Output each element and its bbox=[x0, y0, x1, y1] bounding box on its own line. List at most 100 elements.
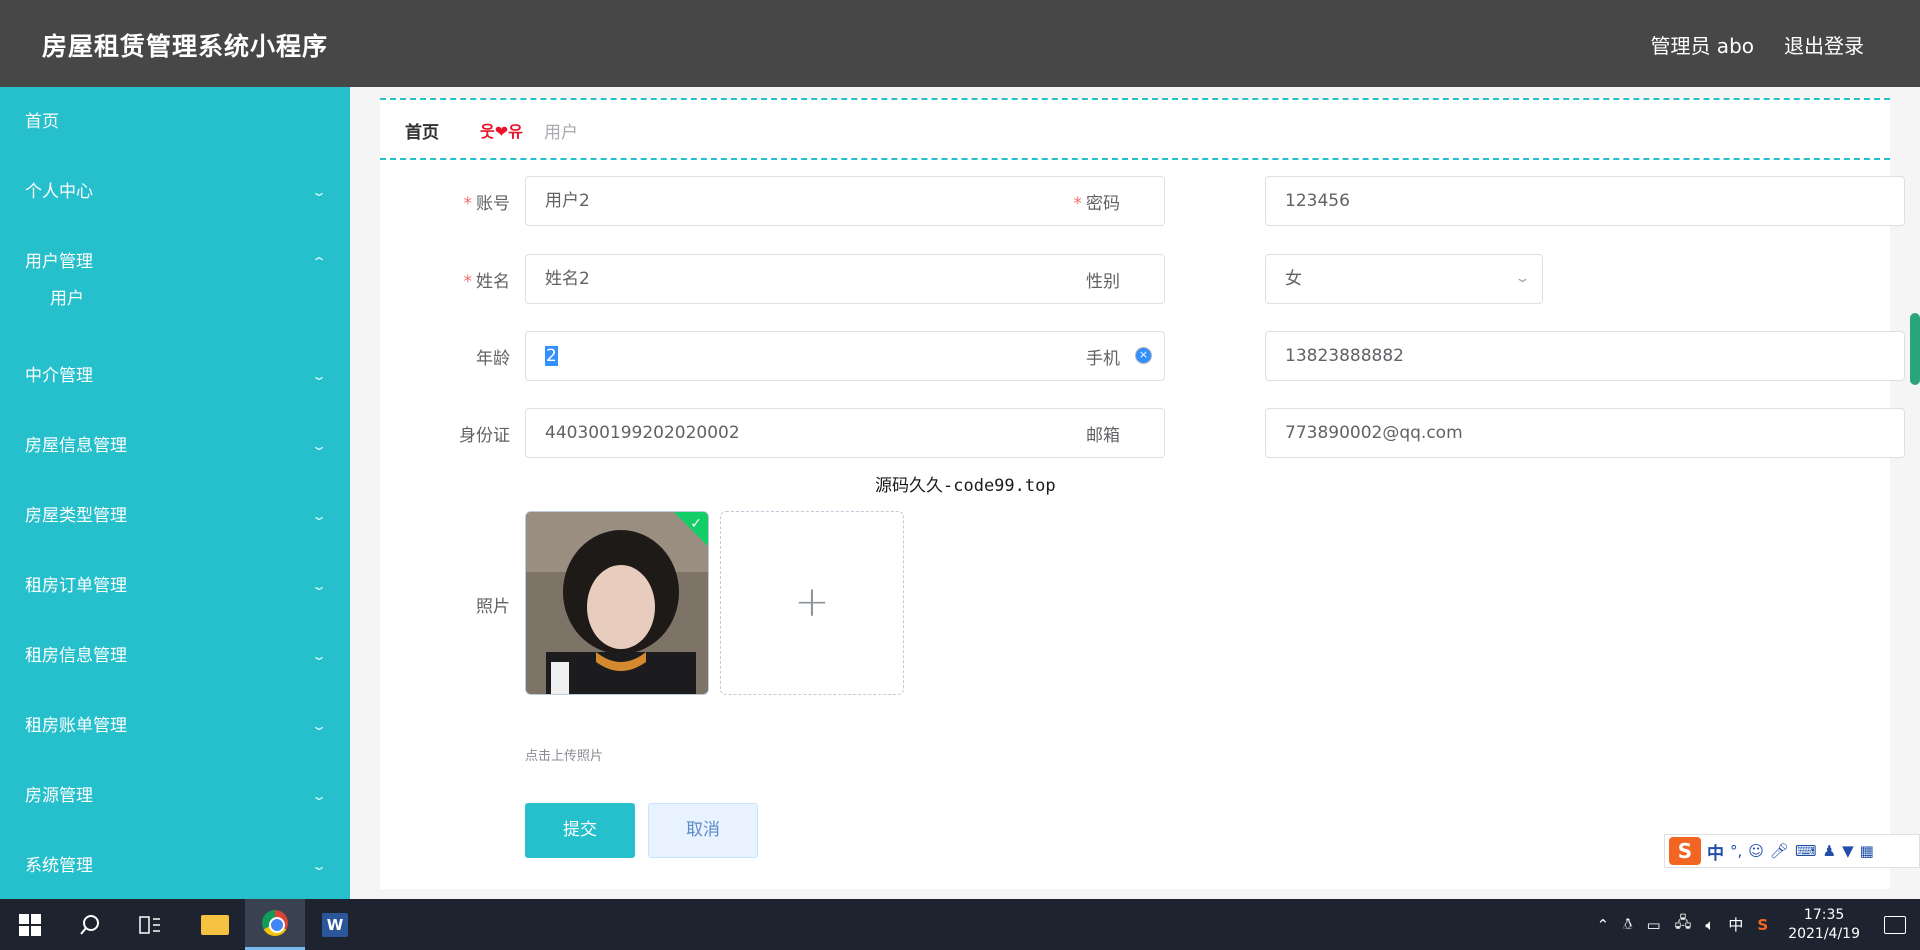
grid-icon[interactable]: ▦ bbox=[1860, 842, 1874, 860]
keyboard-icon[interactable]: ⌨ bbox=[1795, 842, 1817, 860]
sidebar-item-label: 房屋类型管理 bbox=[25, 506, 127, 526]
breadcrumb-separator: 웃❤유 bbox=[480, 122, 523, 141]
breadcrumb-current: 用户 bbox=[544, 123, 578, 143]
uploaded-photo[interactable]: ✓ bbox=[525, 511, 709, 695]
sidebar-item-rental-order-management[interactable]: 租房订单管理 ⌄ bbox=[0, 551, 350, 621]
gender-select-value: 女 bbox=[1285, 269, 1302, 289]
clock-date: 2021/4/19 bbox=[1788, 925, 1860, 942]
file-explorer-icon[interactable] bbox=[185, 899, 245, 950]
emoji-icon[interactable]: ☺ bbox=[1748, 842, 1764, 860]
sidebar-item-agent-management[interactable]: 中介管理 ⌄ bbox=[0, 341, 350, 411]
punctuation-icon[interactable]: °, bbox=[1730, 842, 1742, 860]
chevron-down-icon: ⌄ bbox=[310, 439, 328, 453]
sidebar-item-listing-management[interactable]: 房源管理 ⌄ bbox=[0, 761, 350, 831]
windows-taskbar: W ⌃ 🐧︎ ▭ 🖧︎ 🔈︎ 中 S 17:35 2021/4/19 bbox=[0, 899, 1920, 950]
notification-icon[interactable] bbox=[1884, 915, 1906, 934]
logout-button[interactable]: 退出登录 bbox=[1784, 30, 1864, 59]
sidebar-item-label: 租房信息管理 bbox=[25, 646, 127, 666]
sidebar-item-label: 房源管理 bbox=[25, 786, 93, 806]
age-input-value: 2 bbox=[545, 346, 558, 366]
idcard-label: 身份证 bbox=[459, 426, 510, 446]
chevron-down-icon: ⌄ bbox=[310, 579, 328, 593]
microphone-icon[interactable]: 🎤︎ bbox=[1770, 842, 1789, 860]
main-content: * 账号 用户2 * 密码 123456 * 姓名 姓名2 性别 女 ⌄ 年龄 2 ×… bbox=[350, 87, 1920, 899]
clock[interactable]: 17:35 2021/4/19 bbox=[1788, 906, 1860, 944]
chevron-down-icon: ⌄ bbox=[310, 859, 328, 873]
sidebar-item-home[interactable]: 首页 bbox=[0, 87, 350, 157]
skin-icon[interactable]: ▼ bbox=[1842, 842, 1854, 860]
chevron-down-icon: ⌄ bbox=[310, 649, 328, 663]
cancel-button[interactable]: 取消 bbox=[648, 803, 758, 858]
form-card: * 账号 用户2 * 密码 123456 * 姓名 姓名2 性别 女 ⌄ 年龄 2 ×… bbox=[380, 99, 1905, 889]
sidebar-item-system-management[interactable]: 系统管理 ⌄ bbox=[0, 831, 350, 899]
ime-indicator[interactable]: 中 bbox=[1728, 914, 1743, 935]
sidebar-item-label: 个人中心 bbox=[25, 182, 93, 202]
account-label: * 账号 bbox=[463, 194, 511, 214]
top-header: 房屋租赁管理系统小程序 管理员 abo 退出登录 bbox=[0, 0, 1920, 87]
submit-button[interactable]: 提交 bbox=[525, 803, 635, 858]
chevron-down-icon: ⌄ bbox=[310, 789, 328, 803]
sidebar-item-label: 用户管理 bbox=[25, 252, 93, 272]
photo-label: 照片 bbox=[476, 597, 510, 617]
ime-toolbar: S 中 °, ☺ 🎤︎ ⌨ ♟ ▼ ▦ bbox=[1664, 834, 1920, 868]
sidebar-item-label: 首页 bbox=[25, 112, 59, 132]
admin-user-label[interactable]: 管理员 abo bbox=[1650, 30, 1754, 59]
sidebar-item-house-info-management[interactable]: 房屋信息管理 ⌄ bbox=[0, 411, 350, 481]
sidebar-item-label: 租房账单管理 bbox=[25, 716, 127, 736]
scrollbar[interactable] bbox=[1910, 313, 1920, 385]
ime-mode-indicator[interactable]: 中 bbox=[1707, 839, 1724, 864]
word-icon[interactable]: W bbox=[305, 899, 365, 950]
sidebar-item-personal-center[interactable]: 个人中心 ⌄ bbox=[0, 157, 350, 227]
app-title: 房屋租赁管理系统小程序 bbox=[42, 32, 329, 61]
sidebar-item-house-type-management[interactable]: 房屋类型管理 ⌄ bbox=[0, 481, 350, 551]
qq-icon[interactable]: 🐧︎ bbox=[1623, 915, 1632, 935]
task-view-icon[interactable] bbox=[120, 899, 180, 950]
portrait-image bbox=[526, 512, 708, 694]
clear-icon[interactable]: × bbox=[1135, 347, 1152, 364]
breadcrumb-home[interactable]: 首页 bbox=[405, 118, 439, 143]
email-label: 邮箱 bbox=[1086, 426, 1120, 446]
sidebar-item-label: 系统管理 bbox=[25, 856, 93, 876]
sogou-tray-icon[interactable]: S bbox=[1757, 916, 1768, 934]
upload-tip: 点击上传照片 bbox=[525, 749, 604, 764]
chevron-down-icon: ⌄ bbox=[310, 719, 328, 733]
clock-time: 17:35 bbox=[1803, 906, 1845, 923]
chrome-icon[interactable] bbox=[245, 899, 305, 950]
sidebar-item-label: 中介管理 bbox=[25, 366, 93, 386]
header-user-area: 管理员 abo 退出登录 bbox=[1650, 30, 1864, 59]
plus-icon: + bbox=[794, 577, 830, 626]
breadcrumb: 首页 웃❤유 用户 bbox=[380, 98, 1890, 160]
phone-input[interactable]: 13823888882 bbox=[1265, 331, 1905, 381]
volume-icon[interactable]: 🔈︎ bbox=[1705, 916, 1714, 934]
search-icon[interactable] bbox=[60, 899, 120, 950]
age-label: 年龄 bbox=[476, 349, 510, 369]
name-label: * 姓名 bbox=[463, 272, 511, 292]
chevron-up-icon[interactable]: ⌃ bbox=[1597, 916, 1610, 934]
overlay-watermark-text: 源码久久-code99.top bbox=[875, 476, 1056, 496]
phone-label: 手机 bbox=[1086, 349, 1120, 369]
chevron-down-icon: ⌄ bbox=[310, 509, 328, 523]
check-icon: ✓ bbox=[690, 516, 702, 532]
sidebar-item-rental-info-management[interactable]: 租房信息管理 ⌄ bbox=[0, 621, 350, 691]
windows-start-icon[interactable] bbox=[0, 899, 60, 950]
photo-uploader[interactable]: + bbox=[720, 511, 904, 695]
sidebar-item-label: 房屋信息管理 bbox=[25, 436, 127, 456]
password-label: * 密码 bbox=[1073, 194, 1121, 214]
sidebar: 首页 个人中心 ⌄ 用户管理 ⌃ 用户 中介管理 ⌄ 房屋信息管理 ⌄ 房屋类型管理 ⌄ … bbox=[0, 87, 350, 899]
sidebar-item-rental-bill-management[interactable]: 租房账单管理 ⌄ bbox=[0, 691, 350, 761]
email-input[interactable]: 773890002@qq.com bbox=[1265, 408, 1905, 458]
sogou-logo-icon[interactable]: S bbox=[1669, 837, 1701, 865]
system-tray: ⌃ 🐧︎ ▭ 🖧︎ 🔈︎ 中 S 17:35 2021/4/19 bbox=[1597, 899, 1920, 950]
battery-icon[interactable]: ▭ bbox=[1646, 916, 1660, 934]
password-input[interactable]: 123456 bbox=[1265, 176, 1905, 226]
sidebar-item-user-management[interactable]: 用户管理 ⌃ bbox=[0, 227, 350, 297]
chevron-down-icon: ⌄ bbox=[310, 185, 328, 199]
user-icon[interactable]: ♟ bbox=[1823, 842, 1836, 860]
chevron-up-icon: ⌃ bbox=[310, 255, 328, 269]
network-icon[interactable]: 🖧︎ bbox=[1675, 912, 1692, 937]
gender-label: 性别 bbox=[1086, 272, 1120, 292]
sidebar-item-label: 租房订单管理 bbox=[25, 576, 127, 596]
gender-select[interactable]: 女 ⌄ bbox=[1265, 254, 1543, 304]
chevron-down-icon: ⌄ bbox=[1514, 271, 1531, 286]
chevron-down-icon: ⌄ bbox=[310, 369, 328, 383]
